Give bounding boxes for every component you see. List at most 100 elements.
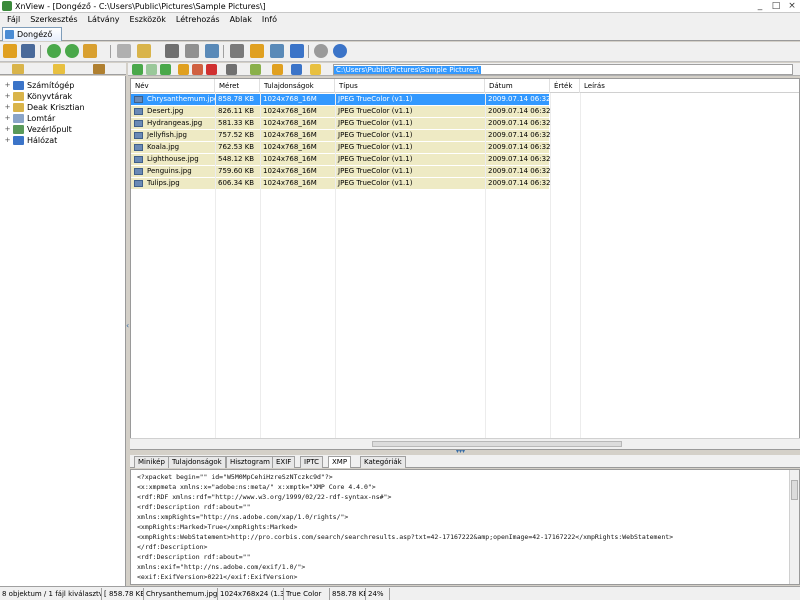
expand-icon[interactable]: +: [4, 104, 11, 111]
collapse-arrow-icon[interactable]: ‹: [126, 321, 129, 330]
info-icon[interactable]: [333, 44, 347, 58]
tab-exif[interactable]: EXIF: [272, 456, 296, 468]
delete-icon[interactable]: [206, 64, 217, 75]
minimize-button[interactable]: _: [752, 1, 768, 12]
tree-item-control-panel[interactable]: + Vezérlőpult: [4, 124, 72, 135]
favorites-icon[interactable]: [83, 44, 97, 58]
tab-categories[interactable]: Kategóriák: [360, 456, 406, 468]
favorites-star-icon[interactable]: [310, 64, 321, 75]
tab-histogram[interactable]: Hisztogram: [226, 456, 274, 468]
capture-icon[interactable]: [290, 44, 304, 58]
xmp-line: <rdf:Description rdf:about="": [137, 553, 251, 561]
file-row[interactable]: Chrysanthemum.jpg 858.78 KB 1024x768_16M…: [131, 94, 550, 105]
menu-view[interactable]: Látvány: [83, 15, 125, 24]
fullscreen-icon[interactable]: [21, 44, 35, 58]
back-icon[interactable]: [47, 44, 61, 58]
menu-info[interactable]: Infó: [257, 15, 282, 24]
tree-item-recycle-bin[interactable]: + Lomtár: [4, 113, 55, 124]
refresh-icon[interactable]: [291, 64, 302, 75]
filter-icon[interactable]: [272, 64, 283, 75]
forward-icon[interactable]: [65, 44, 79, 58]
column-type[interactable]: Típus: [335, 79, 485, 93]
file-props: 1024x768_16M: [263, 155, 317, 163]
column-description[interactable]: Leírás: [580, 79, 799, 93]
file-type: JPEG TrueColor (v1.1): [338, 119, 413, 127]
menu-edit[interactable]: Szerkesztés: [25, 15, 82, 24]
expand-icon[interactable]: +: [4, 126, 11, 133]
file-row[interactable]: Hydrangeas.jpg 581.33 KB 1024x768_16M JP…: [131, 118, 550, 129]
file-row[interactable]: Koala.jpg 762.53 KB 1024x768_16M JPEG Tr…: [131, 142, 550, 153]
open-folder-icon[interactable]: [137, 44, 151, 58]
forward-arrow-icon[interactable]: [146, 64, 157, 75]
save-icon[interactable]: [230, 44, 244, 58]
file-row[interactable]: Penguins.jpg 759.60 KB 1024x768_16M JPEG…: [131, 166, 550, 177]
categories-tab-icon[interactable]: [93, 64, 105, 74]
expand-icon[interactable]: +: [4, 93, 11, 100]
vertical-scrollbar[interactable]: [789, 470, 799, 584]
info-tabs: Minikép Tulajdonságok Hisztogram EXIF IP…: [130, 455, 800, 468]
horizontal-splitter[interactable]: ▾▾▾: [130, 449, 800, 455]
close-button[interactable]: ×: [784, 1, 800, 12]
menu-file[interactable]: Fájl: [2, 15, 25, 24]
up-arrow-icon[interactable]: [160, 64, 171, 75]
horizontal-scrollbar[interactable]: [130, 438, 800, 449]
image-file-icon: [134, 108, 143, 115]
scan-icon[interactable]: [205, 44, 219, 58]
folders-tab-icon[interactable]: [12, 64, 24, 74]
settings-gear-icon[interactable]: [314, 44, 328, 58]
file-date: 2009.07.14 06:32: [488, 95, 550, 103]
scrollbar-thumb[interactable]: [791, 480, 798, 500]
file-size: 762.53 KB: [218, 143, 255, 151]
tab-properties[interactable]: Tulajdonságok: [168, 456, 226, 468]
tree-item-label: Hálózat: [27, 136, 58, 145]
xmp-line: <xmpRights:WebStatement>http://pro.corbi…: [137, 533, 674, 541]
file-type: JPEG TrueColor (v1.1): [338, 131, 413, 139]
print-icon[interactable]: [185, 44, 199, 58]
search-icon[interactable]: [165, 44, 179, 58]
file-row[interactable]: Lighthouse.jpg 548.12 KB 1024x768_16M JP…: [131, 154, 550, 165]
file-row[interactable]: Tulips.jpg 606.34 KB 1024x768_16M JPEG T…: [131, 178, 550, 189]
tree-item-libraries[interactable]: + Könyvtárak: [4, 91, 72, 102]
file-row[interactable]: Jellyfish.jpg 757.52 KB 1024x768_16M JPE…: [131, 130, 550, 141]
new-folder-icon[interactable]: [178, 64, 189, 75]
expand-icon[interactable]: +: [4, 82, 11, 89]
file-type: JPEG TrueColor (v1.1): [338, 155, 413, 163]
file-name: Penguins.jpg: [147, 167, 192, 175]
file-date: 2009.07.14 06:32: [488, 107, 550, 115]
splitter-grip-icon[interactable]: ▾▾▾: [456, 449, 465, 455]
sort-icon[interactable]: [250, 64, 261, 75]
copy-icon[interactable]: [117, 44, 131, 58]
tree-item-computer[interactable]: + Számítógép: [4, 80, 74, 91]
menu-create[interactable]: Létrehozás: [171, 15, 225, 24]
tree-item-network[interactable]: + Hálózat: [4, 135, 57, 146]
menu-window[interactable]: Ablak: [225, 15, 257, 24]
left-panel-header: [0, 63, 126, 75]
file-size: 581.33 KB: [218, 119, 255, 127]
column-size[interactable]: Méret: [215, 79, 260, 93]
maximize-button[interactable]: □: [768, 1, 784, 12]
path-bar: C:\Users\Public\Pictures\Sample Pictures…: [128, 63, 800, 76]
expand-icon[interactable]: +: [4, 137, 11, 144]
move-icon[interactable]: [192, 64, 203, 75]
expand-icon[interactable]: +: [4, 115, 11, 122]
tree-item-label: Lomtár: [27, 114, 56, 123]
column-properties[interactable]: Tulajdonságok: [260, 79, 335, 93]
column-name[interactable]: Név: [131, 79, 215, 93]
tree-item-user[interactable]: + Deak Krisztian: [4, 102, 85, 113]
scrollbar-thumb[interactable]: [372, 441, 622, 447]
view-mode-icon[interactable]: [226, 64, 237, 75]
favorites-tab-icon[interactable]: [53, 64, 65, 74]
tab-iptc[interactable]: IPTC: [300, 456, 324, 468]
column-rating[interactable]: Érték: [550, 79, 580, 93]
menu-tools[interactable]: Eszközök: [125, 15, 171, 24]
browser-icon[interactable]: [3, 44, 17, 58]
slideshow-icon[interactable]: [250, 44, 264, 58]
column-date[interactable]: Dátum: [485, 79, 550, 93]
convert-icon[interactable]: [270, 44, 284, 58]
back-arrow-icon[interactable]: [132, 64, 143, 75]
file-row[interactable]: Desert.jpg 826.11 KB 1024x768_16M JPEG T…: [131, 106, 550, 117]
tab-thumbnail[interactable]: Minikép: [134, 456, 169, 468]
tab-xmp[interactable]: XMP: [328, 456, 352, 468]
tab-browser[interactable]: Dongéző: [2, 27, 62, 41]
path-input[interactable]: C:\Users\Public\Pictures\Sample Pictures…: [333, 64, 793, 75]
